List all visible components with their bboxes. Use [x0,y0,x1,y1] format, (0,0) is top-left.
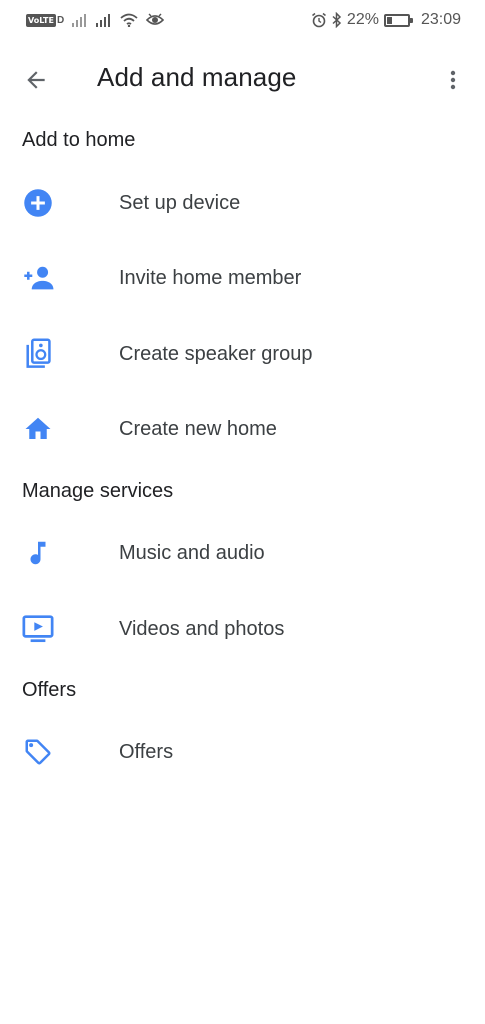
arrow-back-icon [27,71,45,89]
home-icon [22,413,54,445]
more-vert-icon [450,70,456,90]
wifi-icon [120,13,138,27]
clock: 23:09 [420,11,461,28]
list-item-label: Set up device [119,191,241,214]
battery-level [386,16,392,24]
list-item-offers[interactable]: Offers [0,720,485,784]
status-bar-right: 22% 23:09 [311,10,461,30]
volte-indicator: VoLTE D [26,13,65,27]
volte-d-label: D [56,14,65,26]
speaker-icon [22,338,54,370]
tag-icon [22,736,54,768]
section-header-add-to-home: Add to home [22,129,136,151]
list-item-invite-home-member[interactable]: Invite home member [0,246,485,310]
app-bar: Add and manage [0,48,485,112]
list-item-label: Create speaker group [119,342,313,365]
list-item-label: Create new home [119,417,277,440]
list-item-label: Music and audio [119,541,265,564]
add-circle-icon [22,187,54,219]
eye-icon [146,13,165,25]
back-button[interactable] [20,64,52,96]
bluetooth-icon [332,12,342,28]
music-note-icon [22,537,54,569]
list-item-label: Offers [119,740,174,763]
battery-percent: 22% [346,11,379,28]
list-item-create-new-home[interactable]: Create new home [0,397,485,461]
list-item-set-up-device[interactable]: Set up device [0,171,485,235]
list-item-music-and-audio[interactable]: Music and audio [0,521,485,585]
page-title: Add and manage [97,62,297,92]
video-screen-icon [22,613,54,645]
status-bar-left: VoLTE D [26,10,165,30]
battery-icon [383,13,413,27]
alarm-icon [311,12,326,28]
signal-strength-icon [72,14,87,27]
signal-strength-icon [96,14,111,27]
list-item-create-speaker-group[interactable]: Create speaker group [0,322,485,386]
list-item-videos-and-photos[interactable]: Videos and photos [0,597,485,661]
list-item-label: Videos and photos [119,617,285,640]
volte-badge: VoLTE [26,13,56,27]
more-options-button[interactable] [437,64,469,96]
status-bar: VoLTE D 22% 23:09 [0,0,485,40]
section-header-manage-services: Manage services [22,480,174,502]
list-item-label: Invite home member [119,266,302,289]
section-header-offers: Offers [22,679,77,701]
person-add-icon [22,262,54,294]
